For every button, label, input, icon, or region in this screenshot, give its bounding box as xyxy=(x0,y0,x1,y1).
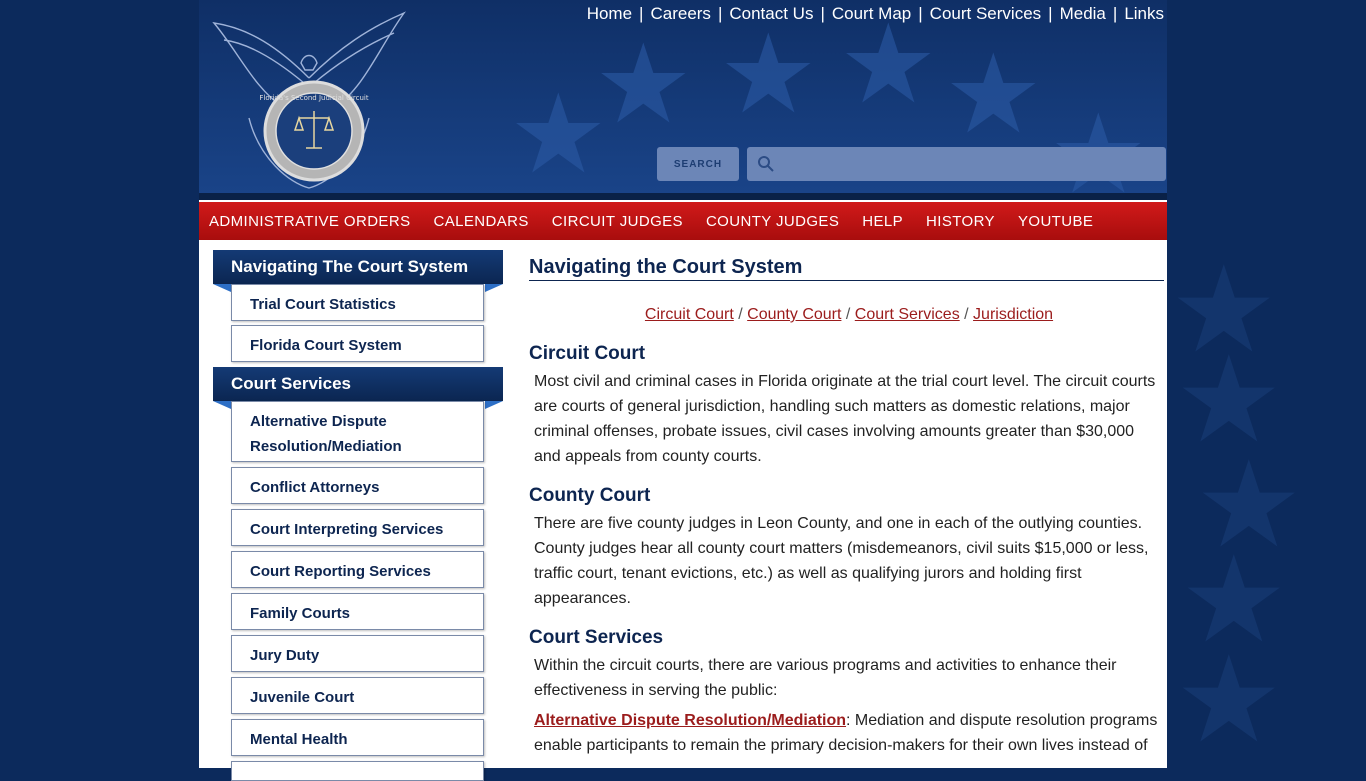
circuit-court-heading: Circuit Court xyxy=(529,343,646,364)
adr-link[interactable]: Alternative Dispute Resolution/Mediation xyxy=(534,712,846,729)
top-nav-link-contact-us[interactable]: Contact Us xyxy=(729,4,813,23)
ribbon-fold-icon xyxy=(485,401,503,409)
site-header: ★ ★ ★ ★ ★ ★ Florida's Secon xyxy=(199,0,1167,200)
top-nav-link-home[interactable]: Home xyxy=(587,4,632,23)
court-seal-logo[interactable]: Florida's Second Judicial Circuit xyxy=(209,8,409,198)
sidebar-item-mental-health[interactable]: Mental Health xyxy=(231,719,484,756)
nav-separator: | xyxy=(1112,4,1118,23)
page-title: Navigating the Court System xyxy=(529,256,1164,281)
header-star-icon: ★ xyxy=(944,33,1043,156)
breadcrumb-separator: / xyxy=(733,306,748,323)
adr-paragraph: Alternative Dispute Resolution/Mediation… xyxy=(534,708,1159,758)
ribbon-fold-icon xyxy=(213,401,231,409)
sidebar-heading-navigating[interactable]: Navigating The Court System xyxy=(213,250,503,292)
main-nav-calendars[interactable]: CALENDARS xyxy=(433,213,528,230)
top-nav-link-court-map[interactable]: Court Map xyxy=(832,4,911,23)
page-container: ★ ★ ★ ★ ★ ★ Florida's Secon xyxy=(199,0,1169,781)
breadcrumb-link-jurisdiction[interactable]: Jurisdiction xyxy=(973,306,1053,323)
sidebar-item-juvenile-court[interactable]: Juvenile Court xyxy=(231,677,484,714)
nav-separator: | xyxy=(1048,4,1053,23)
main-nav-youtube[interactable]: YOUTUBE xyxy=(1018,213,1093,230)
circuit-court-text: Most civil and criminal cases in Florida… xyxy=(534,373,1156,465)
search-button[interactable]: SEARCH xyxy=(657,147,739,181)
search-icon xyxy=(758,156,774,172)
sidebar-item-trial-court-statistics[interactable]: Trial Court Statistics xyxy=(231,284,484,321)
county-court-heading: County Court xyxy=(529,485,651,506)
top-nav: Home | Careers | Contact Us | Court Map | Court … xyxy=(587,4,1164,24)
header-star-icon: ★ xyxy=(509,73,608,196)
sidebar-heading-label: Navigating The Court System xyxy=(231,257,469,276)
nav-separator: | xyxy=(820,4,825,23)
breadcrumb-separator: / xyxy=(841,306,855,323)
county-court-text: There are five county judges in Leon Cou… xyxy=(534,515,1149,607)
breadcrumb-separator: / xyxy=(959,306,974,323)
logo-text: Florida's Second Judicial Circuit xyxy=(259,94,369,102)
sidebar-item-conflict-attorneys[interactable]: Conflict Attorneys xyxy=(231,467,484,504)
court-services-heading: Court Services xyxy=(529,627,664,648)
main-nav-circuit-judges[interactable]: CIRCUIT JUDGES xyxy=(552,213,683,230)
header-divider xyxy=(199,193,1167,200)
top-nav-link-links[interactable]: Links xyxy=(1124,4,1164,23)
breadcrumb-link-court-services[interactable]: Court Services xyxy=(855,306,960,323)
sidebar-item-partial[interactable] xyxy=(231,761,484,781)
header-star-icon: ★ xyxy=(839,3,938,126)
nav-separator: | xyxy=(639,4,644,23)
main-nav-history[interactable]: HISTORY xyxy=(926,213,995,230)
search-input[interactable] xyxy=(747,147,1166,181)
sidebar-item-court-reporting[interactable]: Court Reporting Services xyxy=(231,551,484,588)
court-services-text: Within the circuit courts, there are var… xyxy=(534,657,1117,699)
sidebar-item-jury-duty[interactable]: Jury Duty xyxy=(231,635,484,672)
sidebar-item-adr-mediation[interactable]: Alternative Dispute Resolution/Mediation xyxy=(231,401,484,462)
sidebar-heading-label: Court Services xyxy=(231,374,351,393)
ribbon-fold-icon xyxy=(213,284,231,292)
header-star-icon: ★ xyxy=(719,13,818,136)
breadcrumb-link-circuit-court[interactable]: Circuit Court xyxy=(645,306,734,323)
ribbon-fold-icon xyxy=(485,284,503,292)
top-nav-link-court-services[interactable]: Court Services xyxy=(930,4,1041,23)
sidebar-item-court-interpreting[interactable]: Court Interpreting Services xyxy=(231,509,484,546)
sidebar-item-family-courts[interactable]: Family Courts xyxy=(231,593,484,630)
content-area: Navigating The Court System Trial Court … xyxy=(199,240,1169,781)
nav-separator: | xyxy=(717,4,723,23)
top-nav-link-careers[interactable]: Careers xyxy=(650,4,710,23)
top-nav-link-media[interactable]: Media xyxy=(1060,4,1106,23)
nav-separator: | xyxy=(918,4,923,23)
main-nav-administrative-orders[interactable]: ADMINISTRATIVE ORDERS xyxy=(209,213,410,230)
main-nav: ADMINISTRATIVE ORDERS CALENDARS CIRCUIT JU… xyxy=(199,200,1167,240)
main-nav-help[interactable]: HELP xyxy=(862,213,903,230)
sidebar-item-florida-court-system[interactable]: Florida Court System xyxy=(231,325,484,362)
breadcrumb-link-county-court[interactable]: County Court xyxy=(747,306,841,323)
sidebar-heading-court-services[interactable]: Court Services xyxy=(213,367,503,409)
bg-star-icon: ★ xyxy=(1175,633,1283,767)
breadcrumb: Circuit Court / County Court / Court Ser… xyxy=(529,306,1169,324)
main-nav-county-judges[interactable]: COUNTY JUDGES xyxy=(706,213,839,230)
header-star-icon: ★ xyxy=(594,23,693,146)
